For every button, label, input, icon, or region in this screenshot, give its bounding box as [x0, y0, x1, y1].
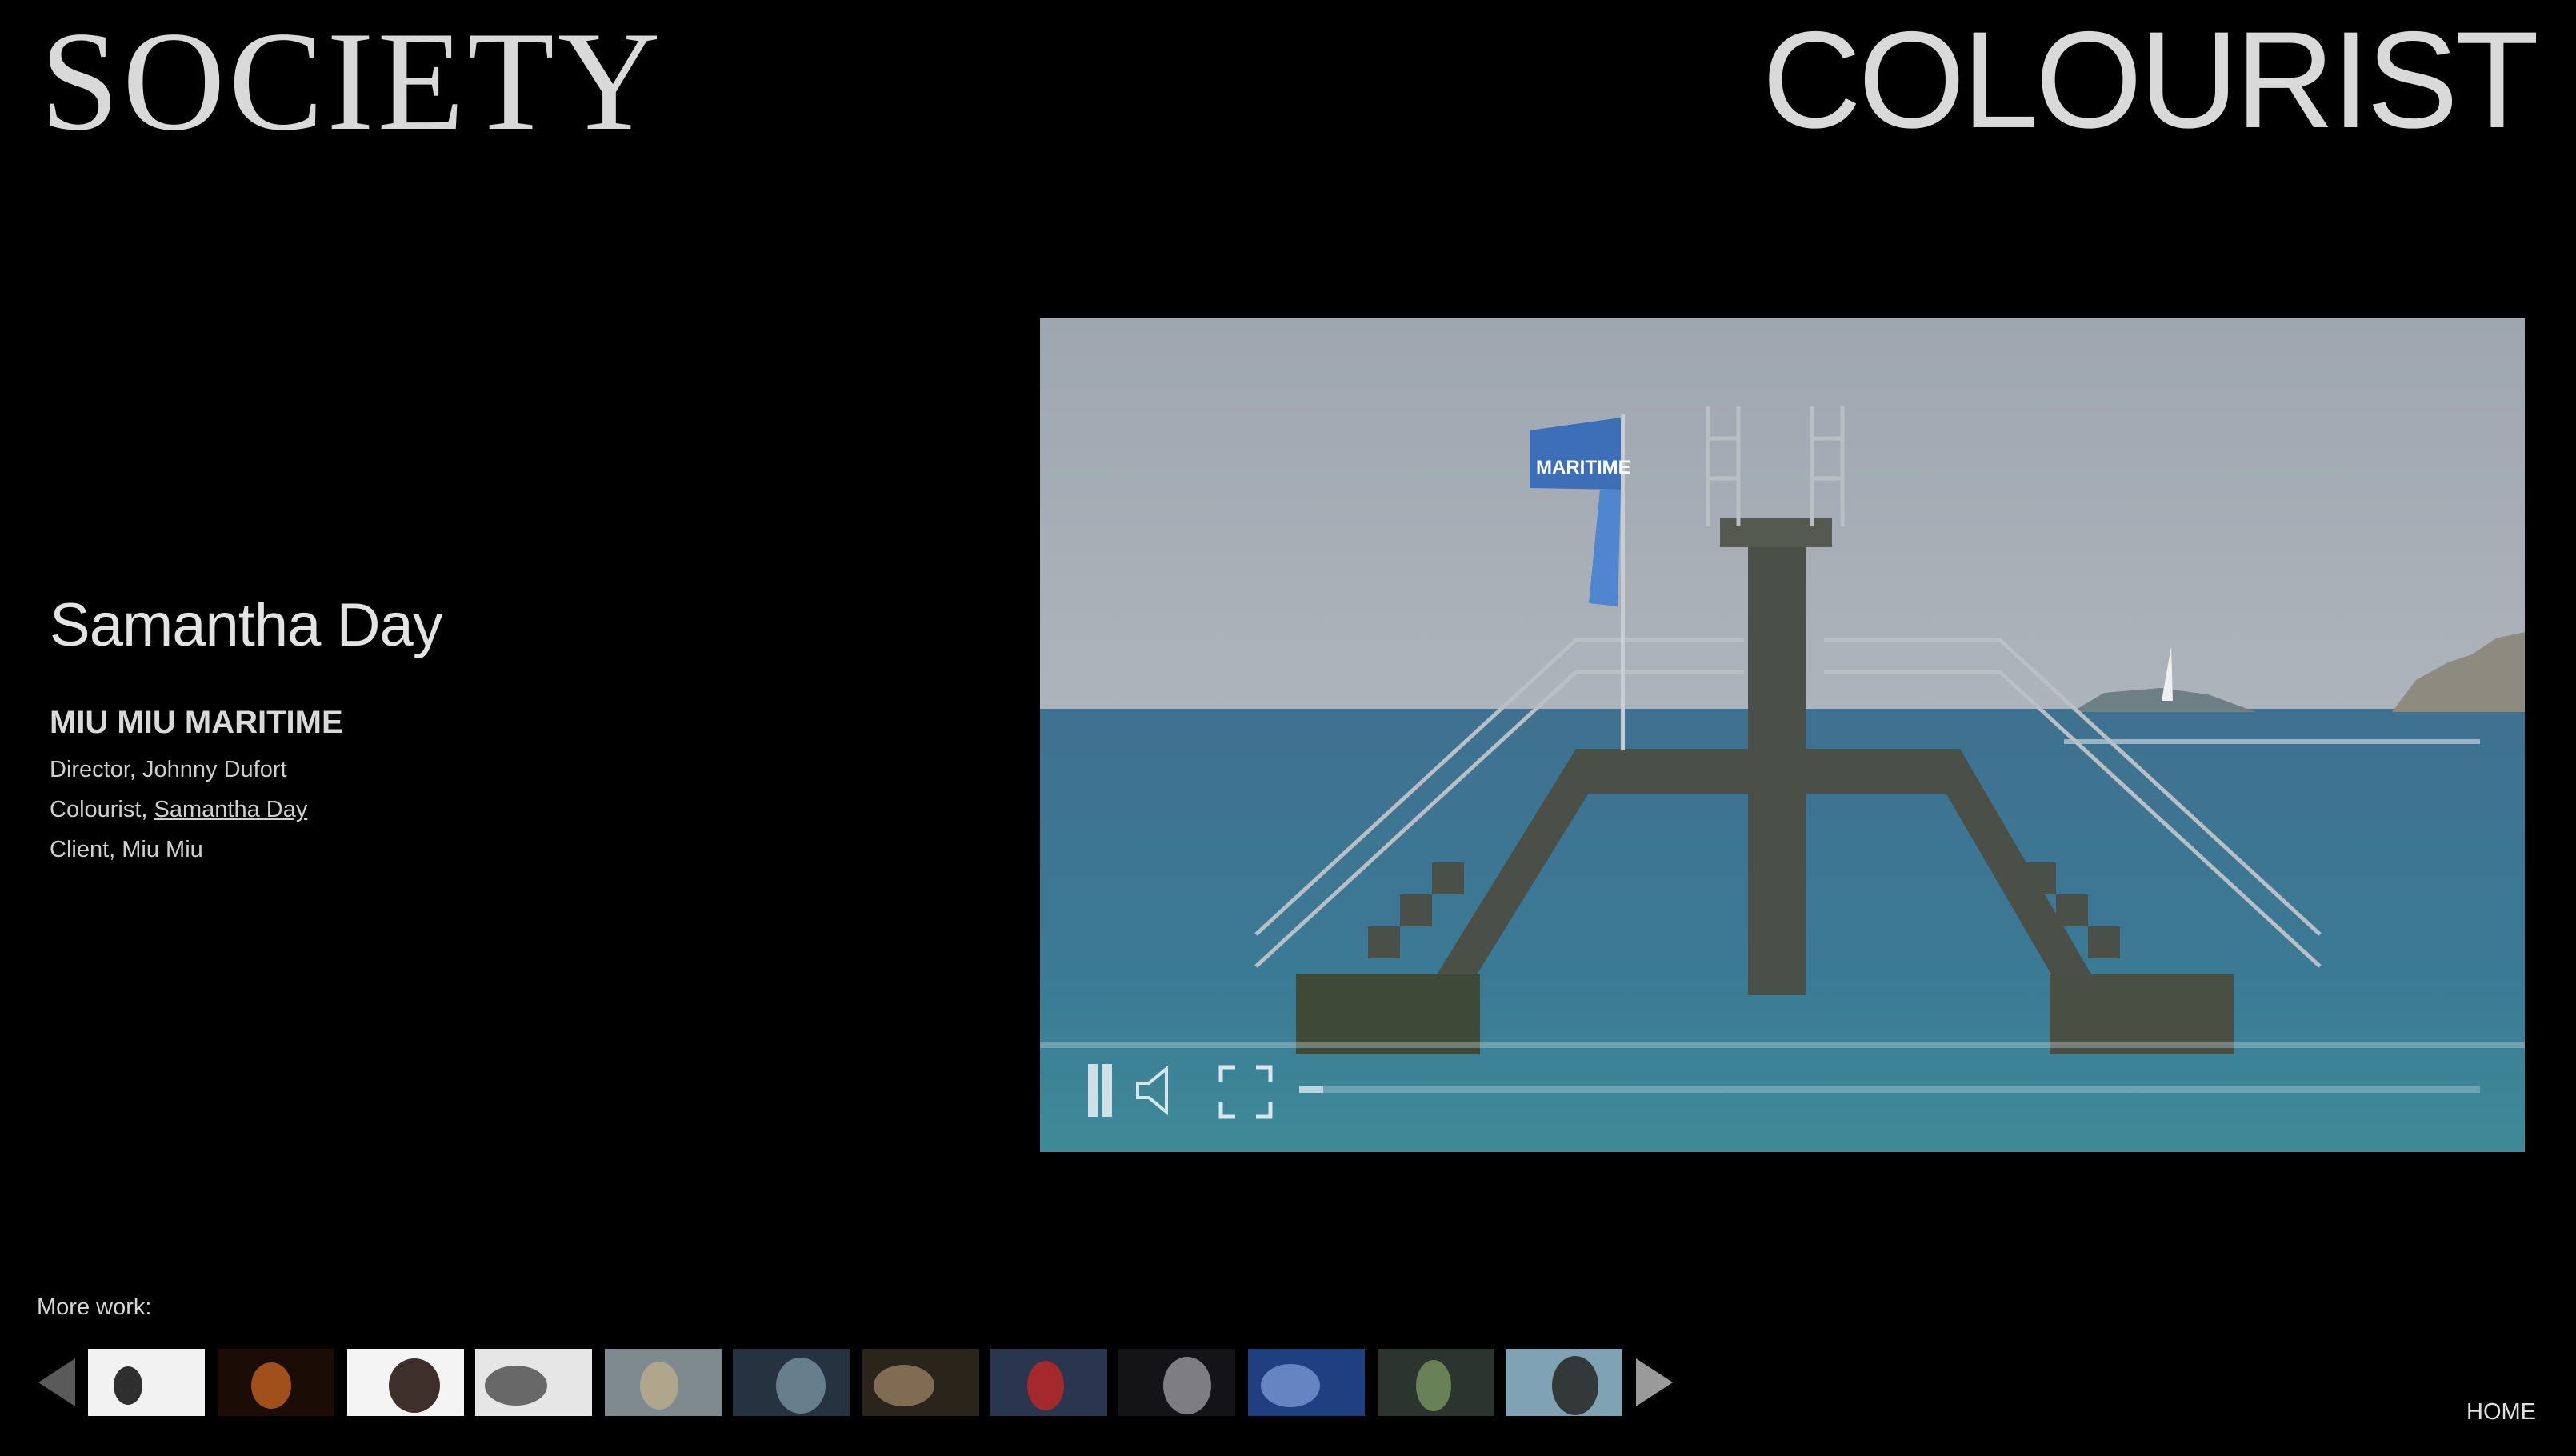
- project-title: MIU MIU MARITIME: [50, 705, 343, 740]
- credit-director-prefix: Director,: [50, 757, 143, 782]
- thumbnail-image: [347, 1349, 464, 1416]
- thumbnail-image: [862, 1349, 979, 1416]
- speaker-icon: [1136, 1065, 1168, 1116]
- colourist-heading: COLOURIST: [1762, 3, 2539, 157]
- colourist-name: Samantha Day: [50, 591, 443, 659]
- thumbnail-image: [1248, 1349, 1365, 1416]
- credit-client-prefix: Client,: [50, 837, 122, 862]
- thumbnail-red-abstract[interactable]: [990, 1349, 1107, 1416]
- thumbnail-landscape[interactable]: [605, 1349, 722, 1416]
- pause-icon: [1088, 1064, 1098, 1117]
- thumbnail-image: [218, 1349, 334, 1416]
- mute-button[interactable]: [1134, 1064, 1179, 1117]
- thumbnail-stairs-green[interactable]: [1378, 1349, 1494, 1416]
- credit-colourist-prefix: Colourist,: [50, 797, 154, 822]
- thumbnail-image: [1506, 1349, 1622, 1416]
- thumbnail-image: [733, 1349, 850, 1416]
- project-info: Samantha Day MIU MIU MARITIME Director, …: [50, 590, 930, 877]
- thumbnail-dark-portrait[interactable]: [862, 1349, 979, 1416]
- thumbnail-image: [475, 1349, 592, 1416]
- thumbnail-dark-light[interactable]: [1118, 1349, 1235, 1416]
- colourist-link[interactable]: Samantha Day: [154, 797, 308, 822]
- fullscreen-icon: [1218, 1065, 1273, 1119]
- thumbnail-image: [1118, 1349, 1235, 1416]
- thumbnail-fire[interactable]: [218, 1349, 334, 1416]
- video-controls: [1040, 1058, 2525, 1122]
- thumbnail-bw-figure[interactable]: [475, 1349, 592, 1416]
- carousel-prev-button[interactable]: [38, 1358, 75, 1406]
- director-name: Johnny Dufort: [142, 757, 287, 782]
- home-link[interactable]: HOME: [2466, 1399, 2536, 1426]
- thumbnail-portrait-profile[interactable]: [347, 1349, 464, 1416]
- client-name: Miu Miu: [122, 837, 203, 862]
- thumbnail-image: [605, 1349, 722, 1416]
- video-frame: MARITIME: [1040, 318, 2525, 1152]
- pause-button[interactable]: [1085, 1064, 1117, 1117]
- credit-colourist: Colourist, Samantha Day: [50, 797, 930, 823]
- credit-director: Director, Johnny Dufort: [50, 757, 930, 783]
- thumbnail-image: [88, 1349, 205, 1416]
- more-work-carousel: [32, 1349, 1680, 1416]
- thumbnail-image: [990, 1349, 1107, 1416]
- more-work-label: More work:: [37, 1294, 152, 1320]
- thumbnail-image: [1378, 1349, 1494, 1416]
- progress-fill: [1299, 1086, 1323, 1093]
- thumbnail-maritime[interactable]: [1506, 1349, 1622, 1416]
- thumbnail-blue-figure[interactable]: [1248, 1349, 1365, 1416]
- fullscreen-button[interactable]: [1218, 1064, 1274, 1120]
- society-logo[interactable]: SOCIETY: [40, 6, 664, 156]
- video-player[interactable]: MARITIME: [1040, 318, 2525, 1152]
- credit-client: Client, Miu Miu: [50, 837, 930, 863]
- carousel-next-button[interactable]: [1636, 1358, 1673, 1406]
- thumbnail-white[interactable]: [88, 1349, 205, 1416]
- pause-icon-bar: [1102, 1064, 1112, 1117]
- flag-text: MARITIME: [1536, 457, 1631, 478]
- thumbnail-water-figure[interactable]: [733, 1349, 850, 1416]
- progress-bar[interactable]: [1299, 1086, 2480, 1093]
